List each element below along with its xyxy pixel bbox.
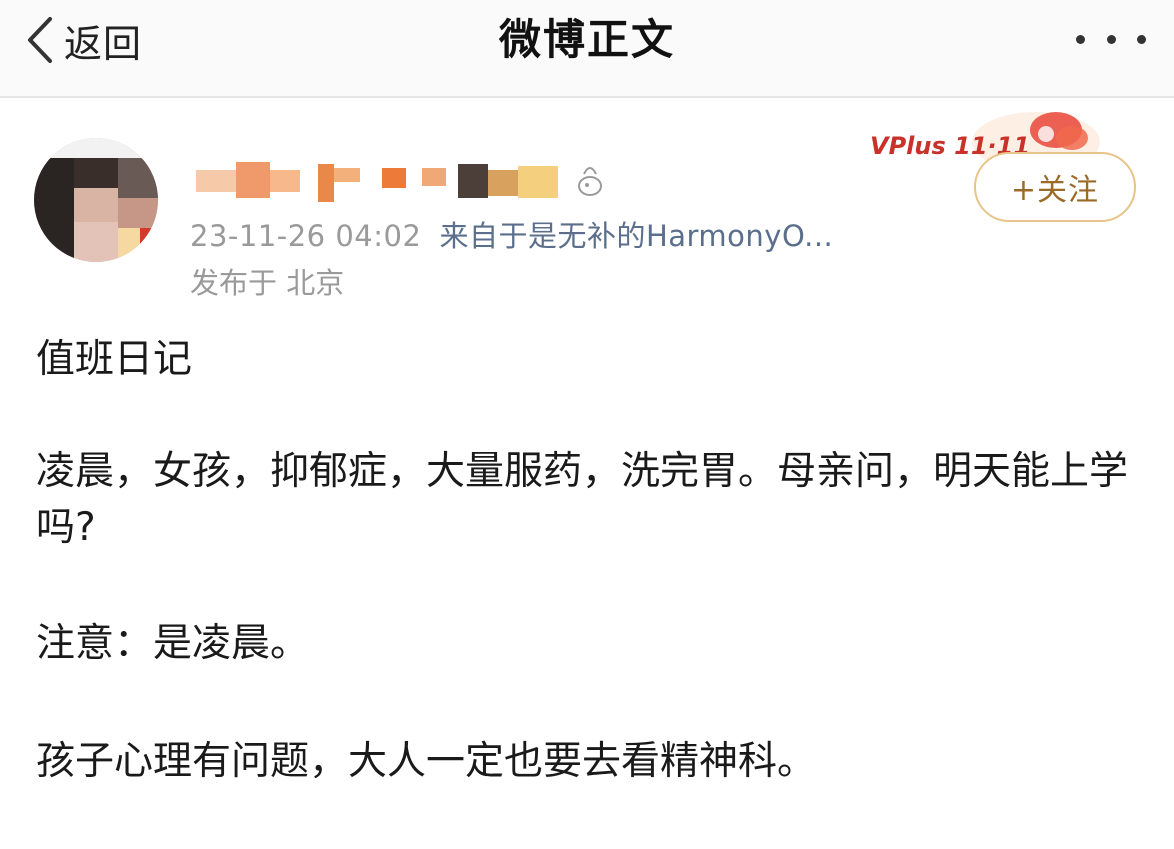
post-meta: 23-11-26 04:02 来自于是无补的HarmonyO...	[190, 213, 833, 255]
post-paragraph-title: 值班日记	[36, 337, 193, 382]
username-mosaic-block	[518, 166, 558, 198]
avatar-mosaic-block	[118, 228, 140, 262]
username-mosaic-block	[236, 162, 270, 198]
username-mosaic-block	[196, 170, 236, 192]
more-dot	[1106, 34, 1116, 44]
avatar-mosaic-block	[74, 188, 118, 222]
avatar-mosaic-block	[34, 158, 74, 262]
post-timestamp: 23-11-26 04:02	[190, 219, 422, 253]
avatar-mosaic-block	[118, 198, 158, 228]
avatar-mosaic-block	[118, 158, 158, 198]
avatar-mosaic-block	[74, 158, 118, 188]
username-mosaic-block	[270, 170, 300, 192]
avatar-mosaic-block	[34, 138, 158, 158]
post-paragraph: 孩子心理有问题，大人一定也要去看精神科。	[36, 739, 817, 784]
post-content: 值班日记 凌晨，女孩，抑郁症，大量服药，洗完胃。母亲问，明天能上学吗? 注意：是…	[36, 332, 1136, 790]
more-dot	[1137, 34, 1146, 44]
post-paragraph: 凌晨，女孩，抑郁症，大量服药，洗完胃。母亲问，明天能上学吗?	[36, 449, 1129, 550]
username-mosaic-block	[382, 168, 406, 188]
username-mosaic-block	[422, 168, 446, 186]
top-nav-bar: 返回 微博正文	[0, 0, 1174, 98]
username-redacted[interactable]	[196, 158, 566, 206]
post-paragraph: 注意：是凌晨。	[36, 621, 310, 666]
page-title: 微博正文	[498, 15, 675, 64]
username-mosaic-block	[488, 170, 518, 196]
avatar-mosaic-block	[140, 228, 158, 262]
avatar-mosaic-block	[74, 222, 118, 262]
post-location: 发布于 北京	[190, 266, 345, 300]
follow-button[interactable]: +关注	[974, 152, 1136, 222]
username-mosaic-block	[458, 164, 488, 198]
more-dots-icon	[1076, 34, 1085, 44]
username-mosaic-block	[318, 164, 334, 202]
avatar[interactable]	[34, 138, 158, 262]
more-options-button[interactable]	[1076, 24, 1146, 54]
user-level-icon	[578, 167, 602, 196]
username-mosaic-block	[334, 168, 360, 182]
post-source-link[interactable]: 来自于是无补的HarmonyO...	[439, 219, 833, 253]
